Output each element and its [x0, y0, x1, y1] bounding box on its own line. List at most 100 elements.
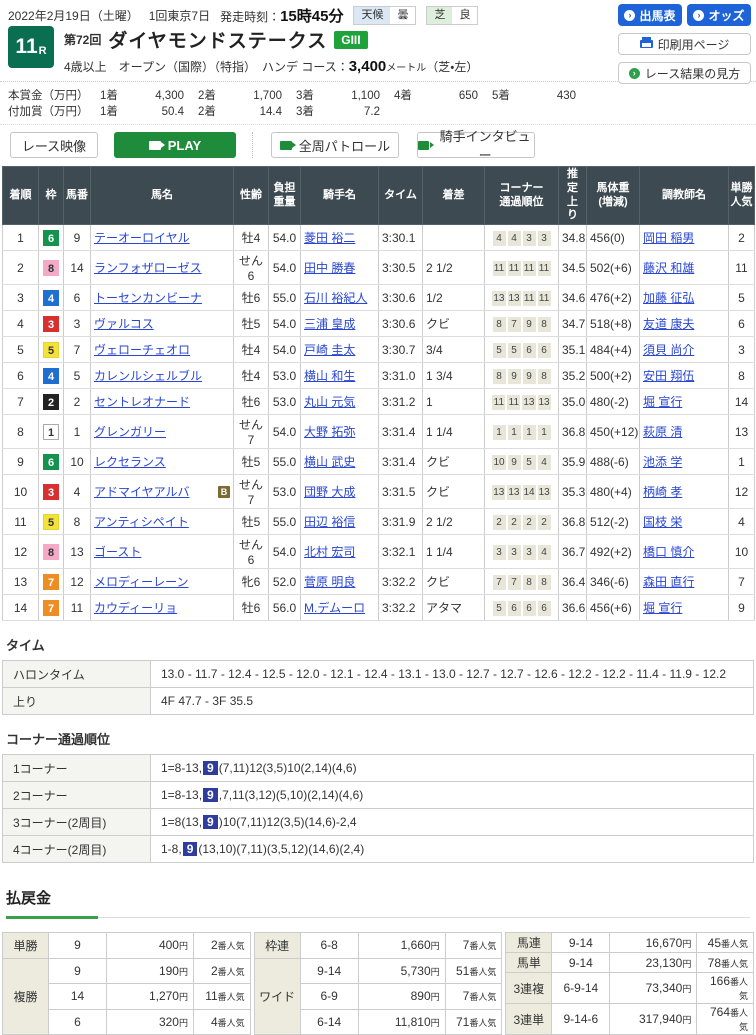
result-row: 722セントレオナード牡653.0丸山 元気3:31.211111131335.… [3, 389, 755, 415]
jockey-name-link[interactable]: 石川 裕紀人 [304, 291, 367, 305]
jockey-name-link[interactable]: 大野 拓弥 [304, 425, 355, 439]
trainer-name-link[interactable]: 岡田 稲男 [643, 231, 694, 245]
column-header-label: 性齢 [240, 189, 262, 203]
horse-name-link[interactable]: ヴァルコス [94, 315, 154, 332]
trainer-name-link[interactable]: 森田 直行 [643, 575, 694, 589]
payout-popularity: 11番人気 [194, 984, 251, 1010]
carried-weight: 54.0 [269, 415, 301, 449]
result-row: 1034アドマイヤアルバBせん753.0団野 大成3:31.5クビ1313141… [3, 475, 755, 509]
bracket-number-cell: 5 [39, 337, 64, 363]
horse-name-link[interactable]: テーオーロイヤル [94, 229, 190, 246]
column-header-sexage: 性齢 [234, 167, 269, 225]
horse-name-link[interactable]: メロディーレーン [94, 573, 189, 590]
trainer-name-link[interactable]: 堀 宣行 [643, 395, 682, 409]
jockey-name-link[interactable]: 横山 武史 [304, 455, 355, 469]
prize-amount: 1,100 [328, 88, 380, 104]
finish-position: 13 [3, 569, 39, 595]
grade-badge: GIII [334, 31, 367, 49]
column-header-time: タイム [379, 167, 423, 225]
corner-row-label: 3コーナー(2周目) [3, 809, 151, 836]
bracket-number-cell: 1 [39, 415, 64, 449]
trainer-name-link[interactable]: 加藤 征弘 [643, 291, 694, 305]
finish-time: 3:31.9 [379, 509, 423, 535]
start-time-line: 発走時刻：15時45分 [220, 5, 343, 26]
trainer-name-link[interactable]: 池添 学 [643, 455, 682, 469]
trainer-name-link[interactable]: 萩原 清 [643, 425, 682, 439]
horse-name-cell: ヴェローチェオロ [91, 337, 234, 363]
trainer-name-link[interactable]: 堀 宣行 [643, 601, 682, 615]
jockey-name-link[interactable]: 菱田 裕二 [304, 231, 355, 245]
jockey-name-link[interactable]: 北村 宏司 [304, 545, 355, 559]
margin: アタマ [423, 595, 485, 621]
trainer-name-link[interactable]: 柄崎 孝 [643, 485, 682, 499]
bracket-number: 4 [43, 368, 59, 384]
corner-row-value: 1-8,9(13,10)(7,11)(3,5,12)(14,6)(2,4) [151, 836, 754, 863]
trainer-name-link[interactable]: 安田 翔伍 [643, 369, 694, 383]
corner-table-body: 1コーナー1=8-13,9(7,11)12(3,5)10(2,14)(4,6)2… [3, 755, 754, 863]
track-condition-badge: 芝良 [426, 6, 478, 25]
bet-type: ワイド [254, 958, 300, 1035]
jockey-name-link[interactable]: 田辺 裕信 [304, 515, 355, 529]
jockey-name-link[interactable]: 丸山 元気 [304, 395, 355, 409]
corner-position: 4 [538, 455, 551, 470]
jockey-name-link[interactable]: 横山 和生 [304, 369, 355, 383]
bet-combination: 9-14 [552, 953, 610, 973]
horse-name-link[interactable]: トーセンカンビーナ [94, 289, 202, 306]
patrol-video-button[interactable]: 全周パトロール [271, 132, 399, 158]
horse-name-link[interactable]: グレンガリー [94, 423, 166, 440]
odds-button[interactable]: オッズ [687, 4, 751, 26]
jockey-name-link[interactable]: 田中 勝春 [304, 261, 355, 275]
horse-name-link[interactable]: カウディーリョ [94, 599, 177, 616]
result-row: 13712メロディーレーン牝652.0菅原 明良3:32.2クビ778836.4… [3, 569, 755, 595]
corner-position: 11 [507, 395, 520, 410]
jockey-name-link[interactable]: M.デムーロ [304, 601, 365, 615]
trainer-name-link[interactable]: 須貝 尚介 [643, 343, 694, 357]
corner-position: 5 [508, 343, 521, 358]
horse-name-link[interactable]: アンティシペイト [94, 513, 189, 530]
video-button-row: レース映像 PLAY 全周パトロール 騎手インタビュー [0, 124, 756, 166]
horse-name-link[interactable]: ランフォザローゼス [94, 259, 202, 276]
race-video-button[interactable]: レース映像 [10, 132, 98, 158]
jockey-cell: M.デムーロ [301, 595, 379, 621]
horse-name-link[interactable]: アドマイヤアルバ [94, 483, 190, 500]
results-guide-button[interactable]: レース結果の見方 [618, 62, 751, 84]
jockey-interview-button[interactable]: 騎手インタビュー [417, 132, 535, 158]
corner-position: 1 [508, 425, 521, 440]
jockey-name-link[interactable]: 団野 大成 [304, 485, 355, 499]
last-furlongs: 34.7 [559, 311, 587, 337]
popularity-unit: 番人気 [469, 1018, 496, 1028]
trainer-name-link[interactable]: 橋口 慎介 [643, 545, 694, 559]
jockey-name-link[interactable]: 戸崎 圭太 [304, 343, 355, 357]
horse-body-weight: 484(+4) [587, 337, 640, 363]
horse-name-link[interactable]: ヴェローチェオロ [94, 341, 190, 358]
win-favorite-rank: 7 [729, 569, 755, 595]
trainer-name-link[interactable]: 国枝 栄 [643, 515, 682, 529]
bracket-number-cell: 3 [39, 311, 64, 337]
bracket-number-cell: 7 [39, 569, 64, 595]
entries-button[interactable]: 出馬表 [618, 4, 682, 26]
horse-name-link[interactable]: レクセランス [94, 453, 166, 470]
horse-name-link[interactable]: ゴースト [94, 543, 141, 560]
race-conditions: 4歳以上 オープン（国際）（特指） ハンデ コース：3,400メートル（芝・左） [64, 58, 478, 75]
trainer-name-link[interactable]: 友道 康夫 [643, 317, 694, 331]
jockey-cell: 大野 拓弥 [301, 415, 379, 449]
play-button[interactable]: PLAY [114, 132, 236, 158]
jockey-name-link[interactable]: 菅原 明良 [304, 575, 355, 589]
horse-name-cell: アンティシペイト [91, 509, 234, 535]
jockey-cell: 菱田 裕二 [301, 225, 379, 251]
corner-position: 9 [508, 369, 521, 384]
payout-heading: 払戻金 [6, 890, 51, 907]
win-favorite-rank: 9 [729, 595, 755, 621]
trainer-name-link[interactable]: 藤沢 和雄 [643, 261, 694, 275]
print-page-button[interactable]: 印刷用ページ [618, 33, 751, 55]
horse-name-link[interactable]: カレンルシェルブル [94, 367, 202, 384]
horse-name-cell: ヴァルコス [91, 311, 234, 337]
finish-time: 3:31.0 [379, 363, 423, 389]
jockey-name-link[interactable]: 三浦 皇成 [304, 317, 355, 331]
win-favorite-rank: 13 [729, 415, 755, 449]
horse-name-link[interactable]: セントレオナード [94, 393, 190, 410]
horse-number: 11 [64, 595, 91, 621]
bracket-number-cell: 6 [39, 225, 64, 251]
corner-row-value: 1=8-13,9(7,11)12(3,5)10(2,14)(4,6) [151, 755, 754, 782]
horse-name-cell: グレンガリー [91, 415, 234, 449]
